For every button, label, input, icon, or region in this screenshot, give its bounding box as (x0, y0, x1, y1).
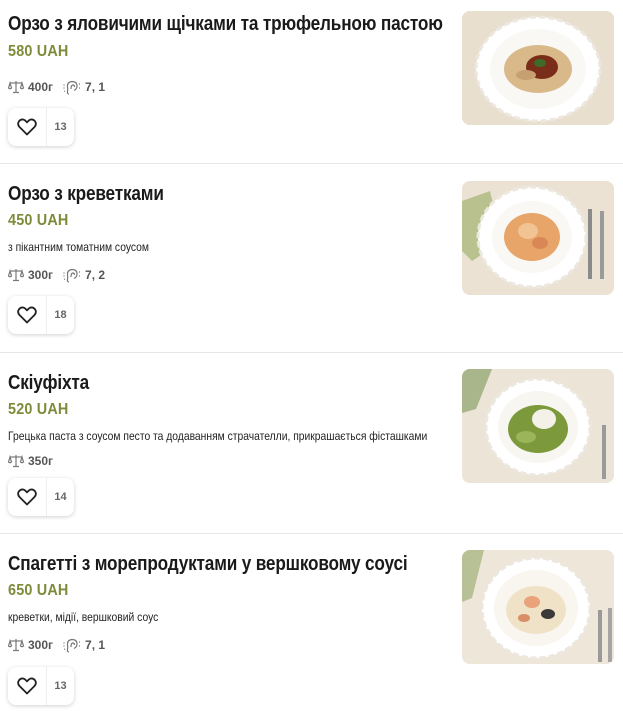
ear-icon (63, 80, 81, 95)
heart-icon[interactable] (8, 667, 47, 705)
dish-photo[interactable] (462, 550, 614, 664)
like-button[interactable]: 18 (8, 296, 74, 334)
like-count: 14 (54, 491, 67, 503)
dish-title[interactable]: Орзо з яловичими щічками та трюфельною п… (8, 12, 443, 36)
dish-weight: 300г (28, 638, 54, 652)
like-count: 13 (54, 680, 67, 692)
dish-photo[interactable] (462, 11, 614, 125)
dish-weight: 350г (28, 454, 54, 468)
dish-photo[interactable] (462, 181, 614, 295)
dish-price: 450 UAH (8, 212, 69, 229)
dish-meta: 300г 7, 2 (8, 268, 115, 283)
dish-rating: 7, 2 (85, 268, 106, 282)
menu-list: Орзо з яловичими щічками та трюфельною п… (0, 0, 623, 711)
like-count: 18 (54, 309, 67, 321)
dish-price: 520 UAH (8, 401, 69, 418)
heart-icon[interactable] (8, 478, 47, 516)
menu-item[interactable]: Спагетті з морепродуктами у вершковому с… (0, 534, 623, 711)
scale-icon (8, 268, 24, 282)
ear-icon (63, 268, 81, 283)
like-count: 13 (54, 121, 67, 133)
heart-icon[interactable] (8, 108, 47, 146)
dish-price: 580 UAH (8, 43, 69, 60)
dish-title[interactable]: Скіуфіхта (8, 371, 89, 395)
dish-description: Грецька паста з соусом песто та додаванн… (8, 429, 428, 443)
dish-weight: 400г (28, 80, 54, 94)
menu-item[interactable]: Орзо з креветками 450 UAH з пікантним то… (0, 164, 623, 352)
scale-icon (8, 80, 24, 94)
scale-icon (8, 638, 24, 652)
dish-rating: 7, 1 (85, 638, 106, 652)
heart-icon[interactable] (8, 296, 47, 334)
dish-description: креветки, мідії, вершковий соус (8, 610, 159, 624)
scale-icon (8, 454, 24, 468)
dish-meta: 350г (8, 454, 63, 468)
dish-title[interactable]: Орзо з креветками (8, 182, 164, 206)
dish-description: з пікантним томатним соусом (8, 240, 149, 254)
ear-icon (63, 638, 81, 653)
dish-meta: 400г 7, 1 (8, 80, 115, 95)
dish-title[interactable]: Спагетті з морепродуктами у вершковому с… (8, 552, 408, 576)
like-button[interactable]: 13 (8, 108, 74, 146)
menu-item[interactable]: Скіуфіхта 520 UAH Грецька паста з соусом… (0, 353, 623, 533)
dish-price: 650 UAH (8, 582, 69, 599)
menu-item[interactable]: Орзо з яловичими щічками та трюфельною п… (0, 0, 623, 163)
like-button[interactable]: 14 (8, 478, 74, 516)
like-button[interactable]: 13 (8, 667, 74, 705)
dish-photo[interactable] (462, 369, 614, 483)
dish-meta: 300г 7, 1 (8, 638, 115, 653)
dish-weight: 300г (28, 268, 54, 282)
dish-rating: 7, 1 (85, 80, 106, 94)
